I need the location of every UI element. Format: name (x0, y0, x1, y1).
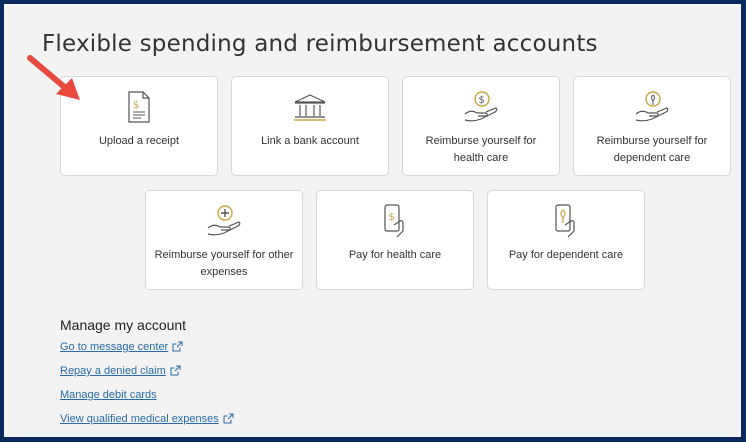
svg-text:$: $ (133, 100, 139, 111)
external-link-icon (223, 413, 234, 427)
card-label: Reimburse yourself for dependent care (596, 135, 708, 164)
external-link-icon (172, 341, 183, 355)
link-label: Repay a denied claim (60, 365, 166, 377)
reimburse-other-expenses-card[interactable]: Reimburse yourself for other expenses (145, 190, 303, 290)
manage-debit-cards-link[interactable]: Manage debit cards (60, 389, 157, 401)
reimburse-dependent-care-card[interactable]: Reimburse yourself for dependent care (573, 76, 731, 176)
manage-account-heading: Manage my account (60, 317, 187, 333)
phone-tree-icon (551, 203, 581, 239)
fsa-panel: Flexible spending and reimbursement acco… (4, 4, 741, 437)
pay-dependent-care-card[interactable]: Pay for dependent care (487, 190, 645, 290)
link-label: Go to message center (60, 341, 169, 353)
card-label: Pay for dependent care (508, 249, 624, 261)
card-label: Reimburse yourself for health care (425, 135, 537, 164)
hand-plus-icon (205, 203, 243, 239)
svg-text:$: $ (389, 212, 395, 223)
receipt-icon: $ (126, 89, 152, 125)
phone-dollar-icon: $ (380, 203, 410, 239)
external-link-icon (170, 365, 181, 379)
card-label: Upload a receipt (98, 135, 180, 147)
card-label: Reimburse yourself for other expenses (154, 249, 294, 278)
repay-denied-claim-link[interactable]: Repay a denied claim (60, 365, 181, 379)
bank-icon (292, 89, 328, 125)
link-bank-account-card[interactable]: Link a bank account (231, 76, 389, 176)
message-center-link[interactable]: Go to message center (60, 341, 183, 355)
link-label: View qualified medical expenses (60, 413, 219, 425)
link-label: Manage debit cards (60, 389, 157, 401)
pay-health-care-card[interactable]: $ Pay for health care (316, 190, 474, 290)
card-label: Pay for health care (348, 249, 442, 261)
page-title: Flexible spending and reimbursement acco… (42, 31, 598, 57)
reimburse-health-care-card[interactable]: $ Reimburse yourself for health care (402, 76, 560, 176)
svg-text:$: $ (479, 95, 485, 106)
hand-tree-icon (633, 89, 671, 125)
annotation-arrow-icon (26, 54, 86, 109)
hand-dollar-icon: $ (462, 89, 500, 125)
qualified-medical-expenses-link[interactable]: View qualified medical expenses (60, 413, 234, 427)
card-label: Link a bank account (261, 135, 359, 147)
